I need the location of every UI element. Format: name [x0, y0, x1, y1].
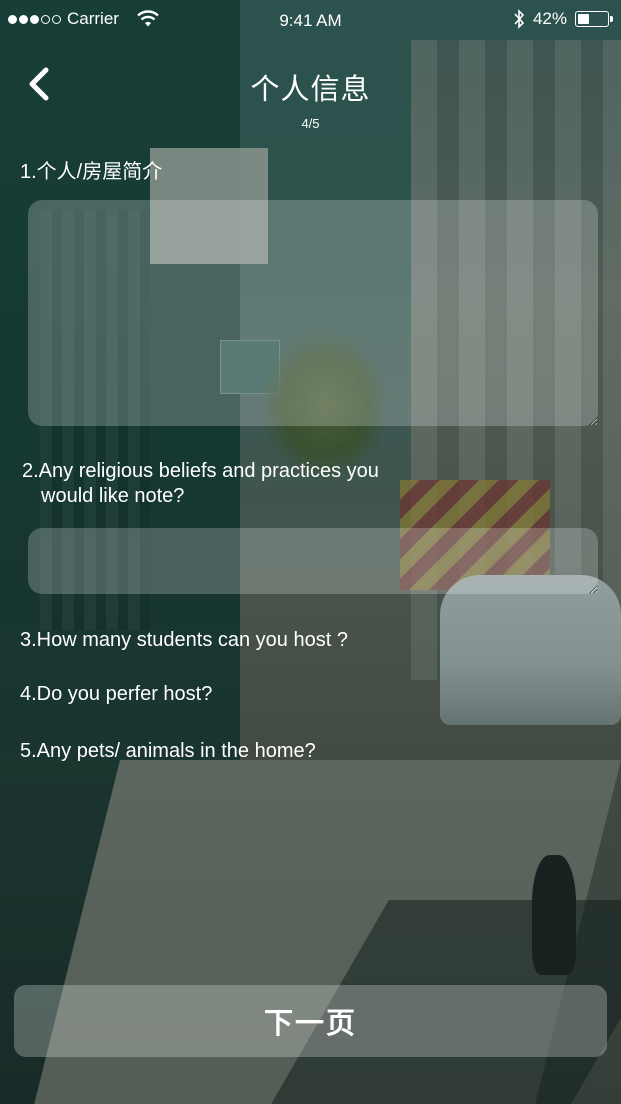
- question-2-textarea[interactable]: [28, 528, 598, 594]
- bluetooth-icon: [514, 9, 525, 29]
- question-1-label: 1.个人/房屋简介: [20, 161, 163, 183]
- question-1-textarea[interactable]: [28, 200, 598, 426]
- question-2-label: 2.Any religious beliefs and practices yo…: [22, 459, 482, 509]
- question-3-label[interactable]: 3.How many students can you host ?: [20, 628, 348, 653]
- status-bar: Carrier 9:41 AM 42%: [0, 0, 621, 40]
- status-right: 42%: [513, 9, 613, 29]
- question-5-label[interactable]: 5.Any pets/ animals in the home?: [20, 739, 316, 764]
- battery-level-fill: [578, 14, 590, 24]
- question-2-label-line2: would like note?: [41, 485, 185, 507]
- page-indicator: 4/5: [301, 116, 320, 131]
- next-page-button[interactable]: 下一页: [14, 985, 607, 1057]
- nav-bar: 个人信息: [0, 40, 621, 116]
- battery-percent: 42%: [532, 9, 567, 28]
- battery-icon: [575, 11, 613, 27]
- question-4-label[interactable]: 4.Do you perfer host?: [20, 682, 212, 707]
- question-2-label-line1: 2.Any religious beliefs and practices yo…: [22, 460, 379, 482]
- page-title: 个人信息: [250, 74, 371, 106]
